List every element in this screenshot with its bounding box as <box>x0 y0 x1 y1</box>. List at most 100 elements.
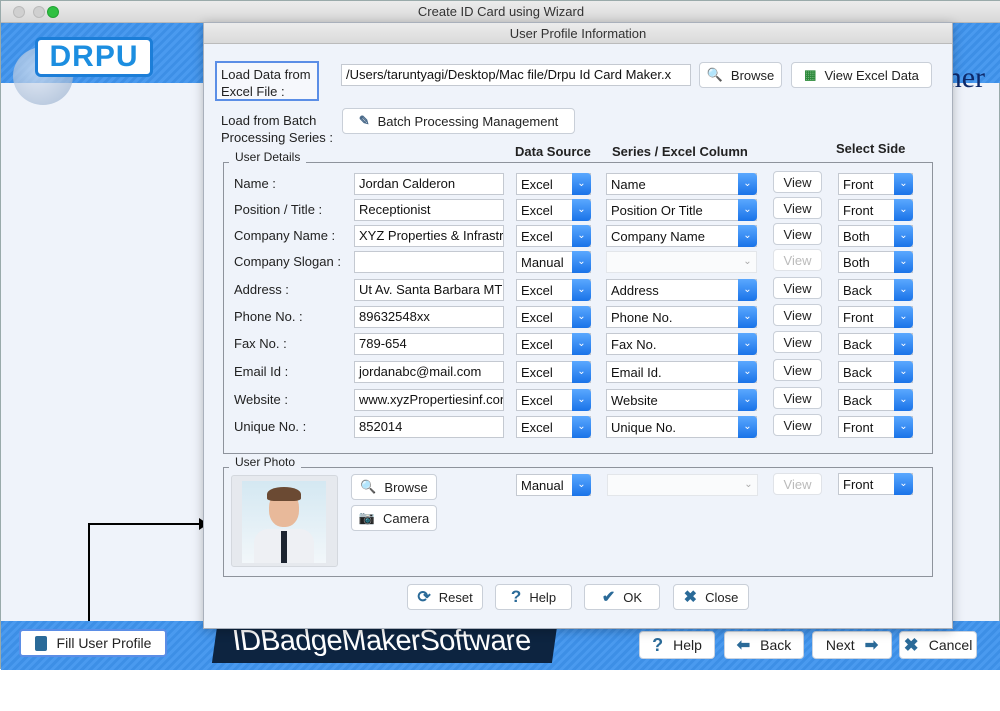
view-field-button[interactable]: View <box>773 387 822 409</box>
excel-column-select[interactable]: Email Id. ⌄ <box>606 361 757 383</box>
excel-path-input[interactable]: /Users/taruntyagi/Desktop/Mac file/Drpu … <box>341 64 691 86</box>
photo-browse-button[interactable]: 🔍 Browse <box>351 474 437 500</box>
select-side-select[interactable]: Back ⌄ <box>838 389 913 411</box>
x-icon: ✖ <box>903 634 919 655</box>
view-field-button[interactable]: View <box>773 277 822 299</box>
excel-column-select[interactable]: Address ⌄ <box>606 279 757 301</box>
data-source-select[interactable]: Excel ⌄ <box>516 389 591 411</box>
data-source-select[interactable]: Excel ⌄ <box>516 306 591 328</box>
reset-button[interactable]: ⟳ Reset <box>407 584 483 610</box>
field-value-input[interactable]: Jordan Calderon <box>354 173 504 195</box>
excel-column-select[interactable]: ⌄ <box>606 251 757 273</box>
excel-column-select[interactable]: Phone No. ⌄ <box>606 306 757 328</box>
chevron-down-icon: ⌄ <box>743 256 752 267</box>
field-value-input[interactable] <box>354 251 504 273</box>
chevron-down-icon: ⌄ <box>572 474 591 496</box>
dialog-title: User Profile Information <box>204 23 952 44</box>
select-side-value: Front <box>843 310 874 325</box>
select-side-select[interactable]: Front ⌄ <box>838 173 913 195</box>
select-side-value: Back <box>843 393 872 408</box>
view-field-button[interactable]: View <box>773 171 822 193</box>
chevron-down-icon: ⌄ <box>738 389 757 411</box>
excel-column-select[interactable]: Company Name ⌄ <box>606 225 757 247</box>
cancel-button[interactable]: ✖ Cancel <box>899 631 977 659</box>
data-source-select[interactable]: Excel ⌄ <box>516 199 591 221</box>
photo-side-value: Front <box>843 477 874 492</box>
excel-column-value: Address <box>611 283 659 298</box>
field-label: Company Slogan : <box>234 254 341 269</box>
question-icon: ? <box>510 587 522 606</box>
excel-column-select[interactable]: Name ⌄ <box>606 173 757 195</box>
chevron-down-icon: ⌄ <box>738 173 757 195</box>
photo-source-select[interactable]: Manual ⌄ <box>516 474 591 496</box>
excel-column-select[interactable]: Position Or Title ⌄ <box>606 199 757 221</box>
select-side-select[interactable]: Back ⌄ <box>838 333 913 355</box>
field-label: Email Id : <box>234 364 289 379</box>
field-value-input[interactable]: XYZ Properties & Infrastr <box>354 225 504 247</box>
chevron-down-icon: ⌄ <box>738 279 757 301</box>
data-source-select[interactable]: Excel ⌄ <box>516 333 591 355</box>
view-excel-data-button[interactable]: ▦ View Excel Data <box>791 62 932 88</box>
view-field-button[interactable]: View <box>773 249 822 271</box>
select-side-select[interactable]: Front ⌄ <box>838 199 913 221</box>
field-value-input[interactable]: www.xyzPropertiesinf.con <box>354 389 504 411</box>
fill-user-profile-button[interactable]: Fill User Profile <box>19 629 167 657</box>
select-side-select[interactable]: Front ⌄ <box>838 416 913 438</box>
select-side-select[interactable]: Both ⌄ <box>838 225 913 247</box>
select-side-select[interactable]: Front ⌄ <box>838 306 913 328</box>
app-window: Create ID Card using Wizard ner DRPU Fil… <box>0 0 1000 698</box>
back-button[interactable]: ⬅ Back <box>724 631 804 659</box>
minimize-window-button[interactable] <box>33 6 45 18</box>
photo-side-select[interactable]: Front ⌄ <box>838 473 913 495</box>
select-side-header: Select Side <box>836 141 906 156</box>
view-excel-data-label: View Excel Data <box>824 67 919 83</box>
select-side-value: Back <box>843 365 872 380</box>
camera-icon: 📷 <box>358 510 375 525</box>
chart-edit-icon: ✎ <box>358 113 370 128</box>
data-source-select[interactable]: Excel ⌄ <box>516 416 591 438</box>
data-source-select[interactable]: Excel ⌄ <box>516 173 591 195</box>
view-field-button[interactable]: View <box>773 304 822 326</box>
close-button[interactable]: ✖ Close <box>673 584 749 610</box>
photo-view-button[interactable]: View <box>773 473 822 495</box>
user-photo-frame <box>231 475 338 567</box>
select-side-select[interactable]: Back ⌄ <box>838 361 913 383</box>
view-field-button[interactable]: View <box>773 414 822 436</box>
field-value-input[interactable]: Ut Av. Santa Barbara MT F <box>354 279 504 301</box>
excel-column-select[interactable]: Website ⌄ <box>606 389 757 411</box>
chevron-down-icon: ⌄ <box>894 225 913 247</box>
excel-column-select[interactable]: Unique No. ⌄ <box>606 416 757 438</box>
excel-column-value: Email Id. <box>611 365 662 380</box>
dialog-help-button[interactable]: ? Help <box>495 584 572 610</box>
chevron-down-icon: ⌄ <box>894 473 913 495</box>
footer-help-button[interactable]: ? Help <box>639 631 715 659</box>
view-field-button[interactable]: View <box>773 331 822 353</box>
chevron-down-icon: ⌄ <box>572 199 591 221</box>
field-value-input[interactable]: 789-654 <box>354 333 504 355</box>
next-button[interactable]: Next ➡ <box>812 631 892 659</box>
select-side-select[interactable]: Both ⌄ <box>838 251 913 273</box>
view-field-button[interactable]: View <box>773 197 822 219</box>
view-field-button[interactable]: View <box>773 223 822 245</box>
field-value-input[interactable]: 852014 <box>354 416 504 438</box>
batch-processing-button[interactable]: ✎ Batch Processing Management <box>342 108 575 134</box>
photo-column-select[interactable]: ⌄ <box>607 474 758 496</box>
data-source-select[interactable]: Excel ⌄ <box>516 361 591 383</box>
view-field-button[interactable]: View <box>773 359 822 381</box>
chevron-down-icon: ⌄ <box>894 173 913 195</box>
select-side-value: Back <box>843 283 872 298</box>
excel-browse-button[interactable]: 🔍 Browse <box>699 62 782 88</box>
zoom-window-button[interactable] <box>47 6 59 18</box>
field-value-input[interactable]: Receptionist <box>354 199 504 221</box>
data-source-select[interactable]: Excel ⌄ <box>516 279 591 301</box>
close-window-button[interactable] <box>13 6 25 18</box>
ok-button[interactable]: ✔ OK <box>584 584 660 610</box>
chevron-down-icon: ⌄ <box>572 279 591 301</box>
camera-button[interactable]: 📷 Camera <box>351 505 437 531</box>
field-value-input[interactable]: 89632548xx <box>354 306 504 328</box>
select-side-select[interactable]: Back ⌄ <box>838 279 913 301</box>
excel-column-select[interactable]: Fax No. ⌄ <box>606 333 757 355</box>
data-source-select[interactable]: Manual ⌄ <box>516 251 591 273</box>
data-source-select[interactable]: Excel ⌄ <box>516 225 591 247</box>
field-value-input[interactable]: jordanabc@mail.com <box>354 361 504 383</box>
